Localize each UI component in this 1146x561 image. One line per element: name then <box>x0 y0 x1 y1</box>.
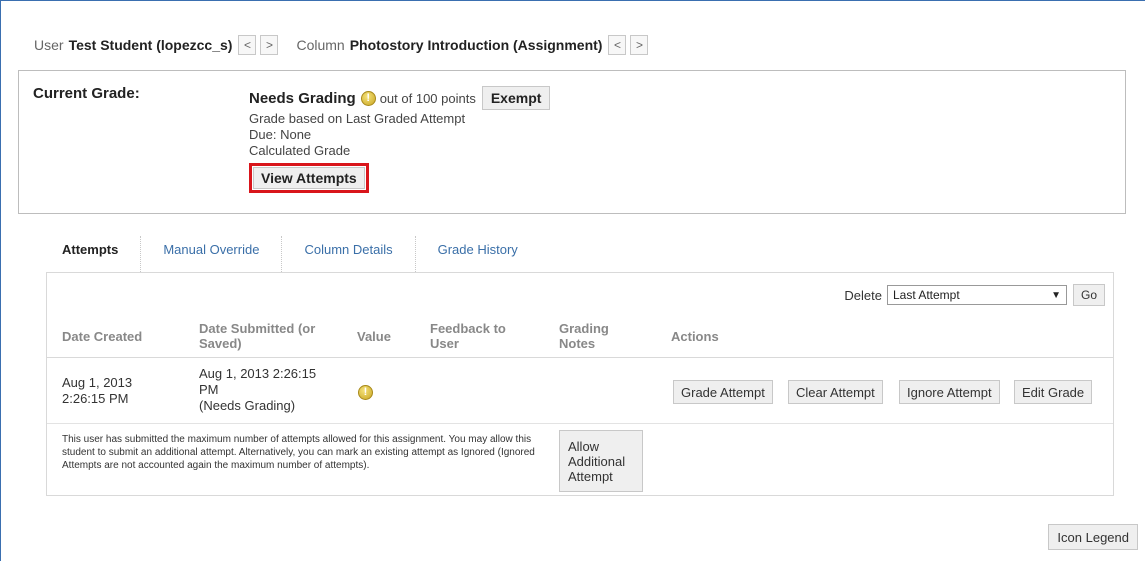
attempt-submitted-status: (Needs Grading) <box>199 398 296 413</box>
column-name: Photostory Introduction (Assignment) <box>349 37 603 53</box>
view-attempts-button[interactable]: View Attempts <box>253 167 365 189</box>
allow-additional-attempt-button[interactable]: Allow Additional Attempt <box>559 430 643 492</box>
attempt-date-created: Aug 1, 2013 2:26:15 PM <box>62 375 133 406</box>
column-header-value: Value <box>357 329 391 344</box>
previous-column-button[interactable]: < <box>608 35 627 55</box>
row-divider <box>47 423 1113 424</box>
chevron-left-icon: < <box>613 38 621 52</box>
column-header-grading-notes: Grading Notes <box>559 321 609 351</box>
needs-grading-icon: ! <box>360 90 376 106</box>
header-divider <box>47 357 1113 358</box>
clear-attempt-button[interactable]: Clear Attempt <box>788 380 883 404</box>
next-column-button[interactable]: > <box>630 35 649 55</box>
grade-tabs: Attempts Manual Override Column Details … <box>46 236 540 272</box>
tab-manual-override[interactable]: Manual Override <box>141 236 283 272</box>
grade-attempt-button[interactable]: Grade Attempt <box>673 380 773 404</box>
current-grade-panel: Current Grade: Needs Grading ! out of 10… <box>18 70 1126 214</box>
chevron-right-icon: > <box>635 38 643 52</box>
attempt-date-submitted: Aug 1, 2013 2:26:15 PM (Needs Grading) <box>199 366 334 414</box>
user-label: User <box>34 37 64 53</box>
grade-status: Needs Grading <box>249 89 356 107</box>
ignore-attempt-button[interactable]: Ignore Attempt <box>899 380 1000 404</box>
points-possible: out of 100 points <box>379 90 476 106</box>
user-column-header: User Test Student (lopezcc_s) < > Column… <box>34 33 649 57</box>
column-label: Column <box>296 37 345 53</box>
previous-user-button[interactable]: < <box>238 35 257 55</box>
grade-basis: Grade based on Last Graded Attempt <box>249 111 466 126</box>
next-user-button[interactable]: > <box>260 35 279 55</box>
column-header-date-created: Date Created <box>62 329 143 344</box>
view-attempts-highlight: View Attempts <box>249 163 369 193</box>
exempt-button[interactable]: Exempt <box>481 86 551 110</box>
delete-selected-value: Last Attempt <box>892 288 960 302</box>
go-button[interactable]: Go <box>1072 284 1105 306</box>
column-header-actions: Actions <box>671 329 719 344</box>
delete-attempt-controls: Delete Last Attempt ▼ Go <box>844 284 1105 306</box>
needs-grading-icon: ! <box>358 385 373 400</box>
delete-label: Delete <box>844 287 882 303</box>
tab-grade-history[interactable]: Grade History <box>416 236 540 272</box>
column-header-date-submitted: Date Submitted (or Saved) <box>199 321 316 351</box>
due-date: Due: None <box>249 127 312 142</box>
tab-column-details[interactable]: Column Details <box>282 236 416 272</box>
chevron-left-icon: < <box>243 38 251 52</box>
current-grade-info: Needs Grading ! out of 100 points Exempt… <box>249 85 551 193</box>
current-grade-label: Current Grade: <box>33 85 140 102</box>
edit-grade-button[interactable]: Edit Grade <box>1014 380 1093 404</box>
max-attempts-notice: This user has submitted the maximum numb… <box>62 434 535 471</box>
delete-attempt-select[interactable]: Last Attempt ▼ <box>886 285 1067 305</box>
attempt-submitted-time: Aug 1, 2013 2:26:15 PM <box>199 366 317 397</box>
chevron-right-icon: > <box>265 38 273 52</box>
icon-legend-button[interactable]: Icon Legend <box>1048 524 1138 550</box>
column-header-feedback: Feedback to User <box>430 321 506 351</box>
tab-attempts[interactable]: Attempts <box>46 236 142 272</box>
user-name: Test Student (lopezcc_s) <box>68 37 233 53</box>
attempts-panel: Delete Last Attempt ▼ Go Date Created Da… <box>46 272 1114 496</box>
calculated-grade: Calculated Grade <box>249 143 351 158</box>
dropdown-arrow-icon: ▼ <box>1051 289 1061 301</box>
